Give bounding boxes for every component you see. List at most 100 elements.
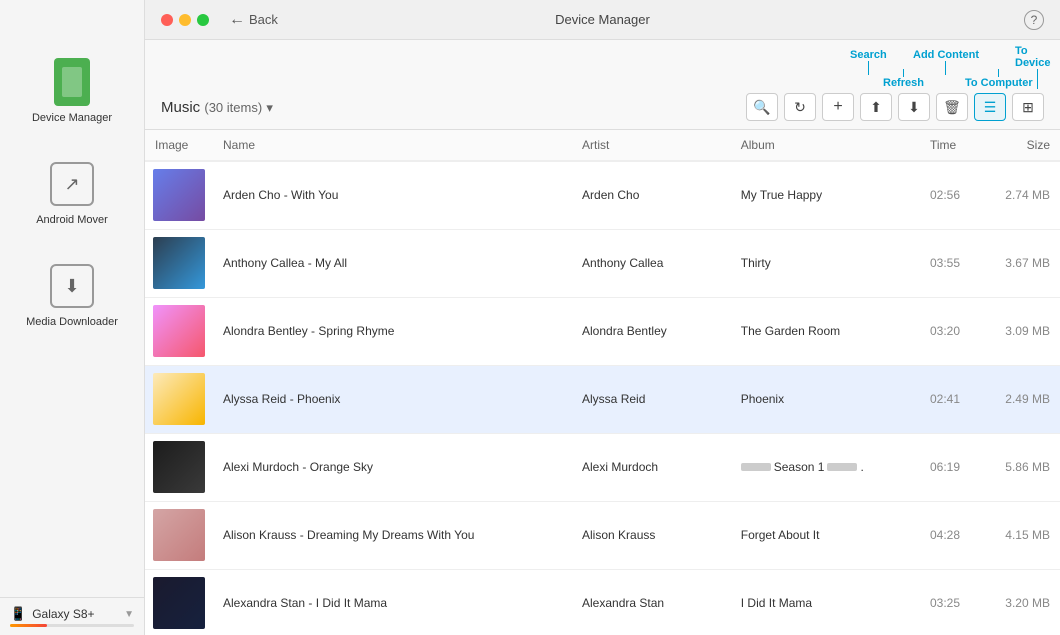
album-thumbnail xyxy=(153,509,205,561)
titlebar: ← Back Device Manager ? xyxy=(145,0,1060,40)
add-content-annotation-line xyxy=(945,61,946,75)
track-size: 2.74 MB xyxy=(980,161,1060,229)
help-button[interactable]: ? xyxy=(1024,10,1044,30)
col-header-name: Name xyxy=(213,130,572,161)
sidebar-item-media-downloader[interactable]: Media Downloader xyxy=(12,254,132,336)
col-header-time: Time xyxy=(920,130,980,161)
track-artist: Alexi Murdoch xyxy=(572,433,731,501)
list-view-button[interactable]: ☰ xyxy=(974,93,1006,121)
to-computer-button[interactable]: ⬇ xyxy=(898,93,930,121)
main-content: ← Back Device Manager ? Search Add Conte… xyxy=(145,0,1060,635)
album-art-cell xyxy=(145,433,213,501)
track-artist: Alondra Bentley xyxy=(572,297,731,365)
refresh-annotation-line xyxy=(903,69,904,77)
track-name: Arden Cho - With You xyxy=(213,161,572,229)
back-label: Back xyxy=(249,12,278,27)
track-size: 3.09 MB xyxy=(980,297,1060,365)
traffic-lights xyxy=(161,14,209,26)
track-time: 03:20 xyxy=(920,297,980,365)
album-art-cell xyxy=(145,229,213,297)
delete-button[interactable]: 🗑 xyxy=(936,93,968,121)
minimize-button[interactable] xyxy=(179,14,191,26)
track-artist: Anthony Callea xyxy=(572,229,731,297)
col-header-image: Image xyxy=(145,130,213,161)
track-album: My True Happy xyxy=(731,161,920,229)
track-size: 2.49 MB xyxy=(980,365,1060,433)
search-annotation-line xyxy=(868,61,869,75)
track-time: 02:56 xyxy=(920,161,980,229)
storage-progress-bar xyxy=(10,624,134,627)
album-art-cell xyxy=(145,161,213,229)
track-time: 02:41 xyxy=(920,365,980,433)
table-row[interactable]: Alexandra Stan - I Did It MamaAlexandra … xyxy=(145,569,1060,635)
table-row[interactable]: Alexi Murdoch - Orange SkyAlexi MurdochS… xyxy=(145,433,1060,501)
col-header-album: Album xyxy=(731,130,920,161)
device-icon: 📱 xyxy=(10,606,26,622)
search-button[interactable]: 🔍 xyxy=(746,93,778,121)
track-artist: Alison Krauss xyxy=(572,501,731,569)
add-content-button[interactable]: + xyxy=(822,93,854,121)
to-device-annotation-line xyxy=(1037,69,1038,89)
album-thumbnail xyxy=(153,169,205,221)
table-row[interactable]: Alondra Bentley - Spring RhymeAlondra Be… xyxy=(145,297,1060,365)
track-time: 04:28 xyxy=(920,501,980,569)
music-table-wrap: Image Name Artist Album Time Size Arden … xyxy=(145,130,1060,635)
track-time: 03:25 xyxy=(920,569,980,635)
maximize-button[interactable] xyxy=(197,14,209,26)
track-name: Anthony Callea - My All xyxy=(213,229,572,297)
search-annotation: Search xyxy=(850,49,887,61)
track-name: Alexandra Stan - I Did It Mama xyxy=(213,569,572,635)
music-table-body: Arden Cho - With YouArden ChoMy True Hap… xyxy=(145,161,1060,635)
refresh-button[interactable]: ↻ xyxy=(784,93,816,121)
track-album: Season 1. xyxy=(731,433,920,501)
track-name: Alyssa Reid - Phoenix xyxy=(213,365,572,433)
close-button[interactable] xyxy=(161,14,173,26)
device-name: Galaxy S8+ xyxy=(32,607,118,621)
music-table: Image Name Artist Album Time Size Arden … xyxy=(145,130,1060,635)
track-size: 3.67 MB xyxy=(980,229,1060,297)
refresh-annotation: Refresh xyxy=(883,77,924,89)
album-art-cell xyxy=(145,365,213,433)
album-thumbnail xyxy=(153,441,205,493)
back-arrow-icon: ← xyxy=(229,11,245,29)
track-album: Forget About It xyxy=(731,501,920,569)
col-header-size: Size xyxy=(980,130,1060,161)
track-artist: Arden Cho xyxy=(572,161,731,229)
sidebar-item-android-mover[interactable]: Android Mover xyxy=(12,152,132,234)
sidebar-item-device-manager[interactable]: Device Manager xyxy=(12,50,132,132)
album-thumbnail xyxy=(153,305,205,357)
sidebar: Device Manager Android Mover Media Downl… xyxy=(0,0,145,635)
to-device-annotation: To Device xyxy=(1015,45,1060,69)
app-title: Device Manager xyxy=(555,12,650,27)
grid-view-button[interactable]: ⊞ xyxy=(1012,93,1044,121)
to-device-button[interactable]: ⬆ xyxy=(860,93,892,121)
media-downloader-icon xyxy=(48,262,96,310)
table-row[interactable]: Arden Cho - With YouArden ChoMy True Hap… xyxy=(145,161,1060,229)
track-time: 03:55 xyxy=(920,229,980,297)
device-manager-icon xyxy=(48,58,96,106)
toolbar: Search Add Content To Device Refresh To xyxy=(145,40,1060,130)
track-size: 5.86 MB xyxy=(980,433,1060,501)
table-row[interactable]: Alyssa Reid - PhoenixAlyssa ReidPhoenix0… xyxy=(145,365,1060,433)
device-selector[interactable]: 📱 Galaxy S8+ ▼ xyxy=(0,597,144,635)
help-label: ? xyxy=(1031,13,1038,27)
table-row[interactable]: Alison Krauss - Dreaming My Dreams With … xyxy=(145,501,1060,569)
album-art-cell xyxy=(145,297,213,365)
album-art-cell xyxy=(145,569,213,635)
toolbar-buttons-row: Music (30 items) ▾ 🔍 ↻ + ⬆ ⬇ 🗑 ☰ ⊞ xyxy=(145,93,1060,121)
album-thumbnail xyxy=(153,237,205,289)
track-name: Alison Krauss - Dreaming My Dreams With … xyxy=(213,501,572,569)
back-button[interactable]: ← Back xyxy=(229,11,278,29)
section-title: Music (30 items) ▾ xyxy=(161,99,740,116)
track-album: Thirty xyxy=(731,229,920,297)
album-thumbnail xyxy=(153,577,205,629)
sidebar-item-label: Android Mover xyxy=(36,214,108,226)
track-album: The Garden Room xyxy=(731,297,920,365)
storage-progress-fill xyxy=(10,624,47,627)
sidebar-item-label: Device Manager xyxy=(32,112,112,124)
add-content-annotation: Add Content xyxy=(913,49,979,61)
table-row[interactable]: Anthony Callea - My AllAnthony CalleaThi… xyxy=(145,229,1060,297)
chevron-down-icon: ▼ xyxy=(124,609,134,620)
track-artist: Alexandra Stan xyxy=(572,569,731,635)
album-art-cell xyxy=(145,501,213,569)
